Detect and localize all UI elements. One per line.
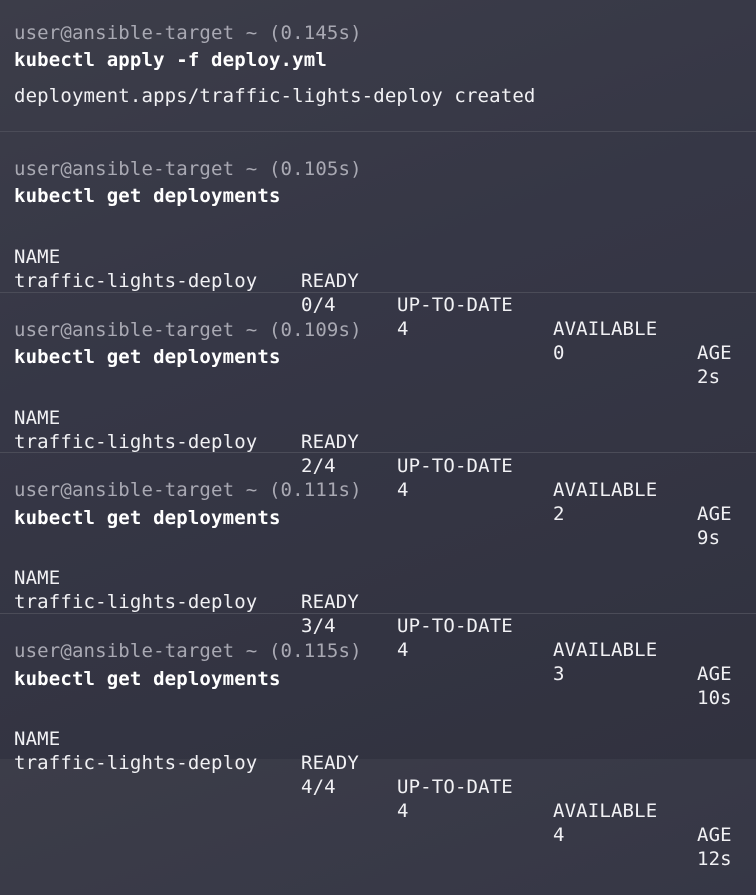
- cell-ready: 4/4: [301, 776, 336, 798]
- prompt-line: user@ansible-target ~ (0.105s): [14, 158, 362, 180]
- command-line[interactable]: kubectl get deployments: [14, 345, 281, 369]
- output-line: deployment.apps/traffic-lights-deploy cr…: [14, 85, 536, 107]
- terminal-window[interactable]: user@ansible-target ~ (0.145s) kubectl a…: [0, 0, 756, 870]
- command-line[interactable]: kubectl get deployments: [14, 667, 281, 691]
- command-line[interactable]: kubectl get deployments: [14, 506, 281, 530]
- command-block-get-deployments-2: user@ansible-target ~ (0.109s) kubectl g…: [0, 293, 756, 549]
- cell-age: 12s: [697, 848, 732, 870]
- prompt-line: user@ansible-target ~ (0.145s): [14, 22, 362, 44]
- cell-up-to-date: 4: [397, 800, 409, 822]
- cell-name: traffic-lights-deploy: [14, 270, 258, 292]
- prompt-line: user@ansible-target ~ (0.111s): [14, 479, 362, 501]
- command-line[interactable]: kubectl get deployments: [14, 184, 281, 208]
- table-row: traffic-lights-deploy 4/4 4 4 12s: [14, 727, 744, 895]
- prompt-line: user@ansible-target ~ (0.115s): [14, 640, 362, 662]
- cell-name: traffic-lights-deploy: [14, 752, 258, 774]
- command-block-apply: user@ansible-target ~ (0.145s) kubectl a…: [0, 0, 756, 132]
- cell-name: traffic-lights-deploy: [14, 431, 258, 453]
- prompt-line: user@ansible-target ~ (0.109s): [14, 319, 362, 341]
- command-block-get-deployments-4: user@ansible-target ~ (0.115s) kubectl g…: [0, 614, 756, 870]
- command-block-get-deployments-3: user@ansible-target ~ (0.111s) kubectl g…: [0, 453, 756, 709]
- command-block-get-deployments-1: user@ansible-target ~ (0.105s) kubectl g…: [0, 132, 756, 388]
- command-line[interactable]: kubectl apply -f deploy.yml: [14, 48, 327, 72]
- cell-name: traffic-lights-deploy: [14, 591, 258, 613]
- cell-available: 4: [553, 824, 565, 846]
